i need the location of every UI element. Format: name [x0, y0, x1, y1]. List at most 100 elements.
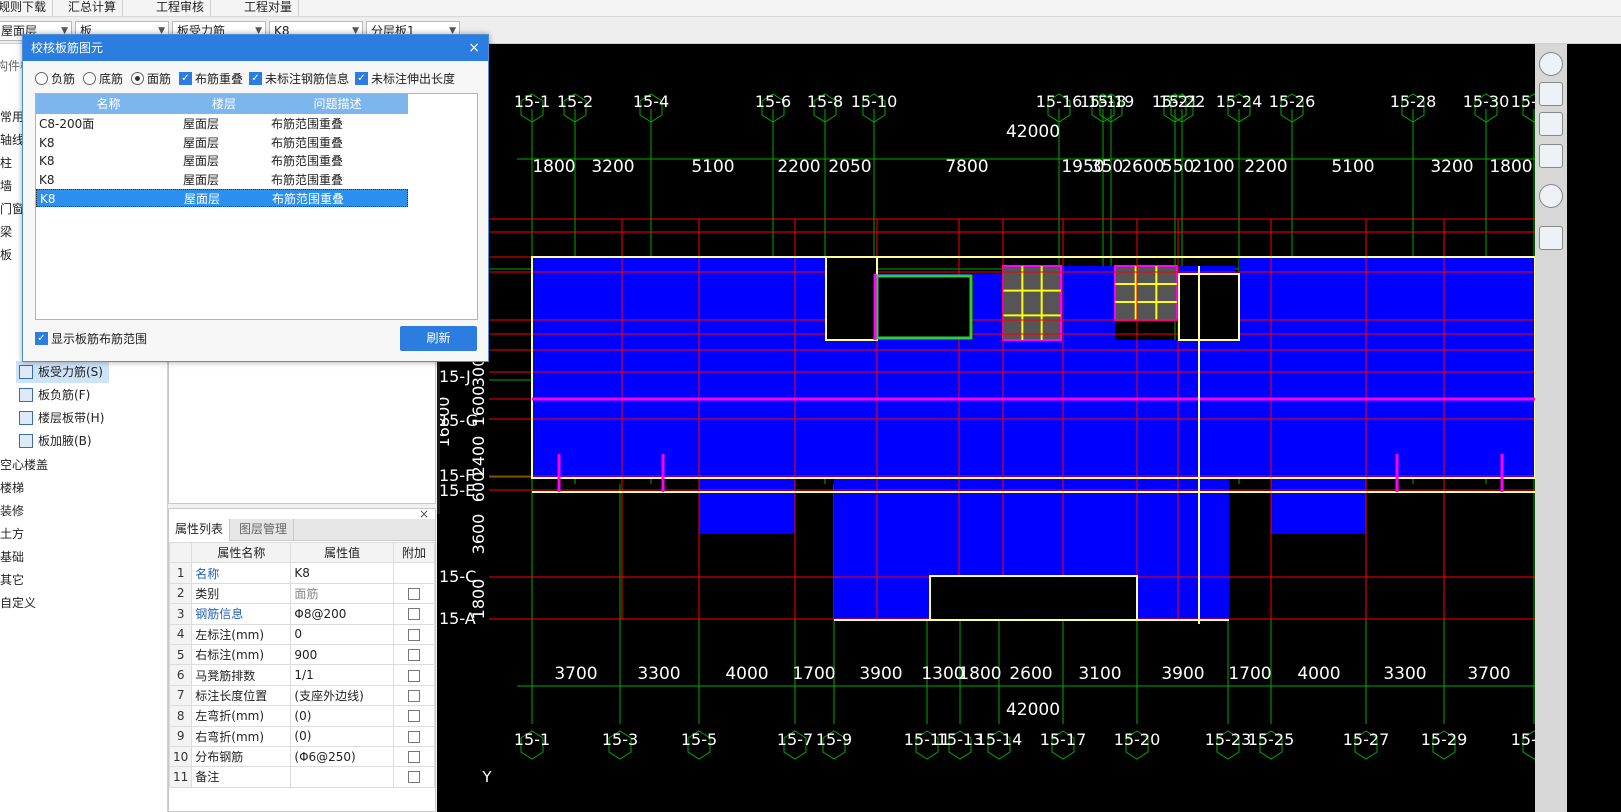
checkmark-icon: ✓ — [249, 72, 262, 85]
property-value[interactable]: 0 — [290, 623, 394, 645]
dimension-top: 1800 — [532, 157, 575, 177]
tree-item-decoration[interactable]: 装修 — [0, 501, 24, 521]
radio-bottom-rebar[interactable]: 底筋 — [83, 71, 123, 87]
property-row[interactable]: 8 左弯折(mm) (0) — [168, 705, 436, 727]
property-value[interactable] — [290, 766, 394, 788]
rotate-icon[interactable] — [1539, 184, 1563, 208]
tree-item-slab[interactable]: 板 — [0, 245, 12, 265]
box-view-icon[interactable] — [1539, 144, 1563, 168]
attach-checkbox[interactable] — [407, 649, 420, 662]
property-row[interactable]: 2 类别 面筋 — [168, 582, 436, 605]
tree-item-wall[interactable]: 墙 — [0, 176, 12, 196]
property-value[interactable]: (Φ6@250) — [290, 745, 394, 768]
property-value[interactable]: K8 — [290, 562, 394, 584]
overlap-region — [1002, 265, 1062, 341]
check-unlabeled-extension-length[interactable]: ✓ 未标注伸出长度 — [355, 71, 455, 87]
tree-item-beam[interactable]: 梁 — [0, 222, 12, 242]
property-row[interactable]: 9 右弯折(mm) (0) — [168, 725, 436, 747]
property-row[interactable]: 1 名称 K8 — [168, 562, 436, 584]
tree-item-slab-negative-rebar[interactable]: 板负筋(F) — [16, 384, 96, 406]
property-value[interactable]: 面筋 — [290, 582, 394, 605]
property-value[interactable]: (支座外边线) — [290, 684, 394, 707]
property-row[interactable]: 6 马凳筋排数 1/1 — [168, 664, 436, 686]
column-description: 问题描述 — [313, 97, 362, 111]
globe-view-icon[interactable] — [1539, 52, 1563, 76]
tree-item-column[interactable]: 柱 — [0, 153, 12, 173]
attach-checkbox[interactable] — [407, 669, 420, 682]
radio-negative-rebar[interactable]: 负筋 — [35, 71, 75, 87]
problem-list-row[interactable]: K8 屋面层 布筋范围重叠 — [36, 171, 408, 189]
problem-list-row[interactable]: K8 屋面层 布筋范围重叠 — [36, 134, 408, 152]
tree-item-other[interactable]: 其它 — [0, 570, 24, 590]
dimension-top: 5100 — [691, 157, 734, 177]
drawing-canvas[interactable]: 15-1 15-2 15-4 15-6 15-8 15-10 15-16 15-18 15-19… — [437, 44, 1535, 812]
attach-checkbox[interactable] — [407, 587, 420, 600]
property-row[interactable]: 5 右标注(mm) 900 — [168, 643, 436, 666]
property-value[interactable]: (0) — [290, 725, 394, 747]
problem-list-row[interactable]: C8-200面 屋面层 布筋范围重叠 — [36, 115, 408, 133]
tree-item-foundation[interactable]: 基础 — [0, 547, 24, 567]
show-rebar-range-checkbox[interactable]: ✓ 显示板筋布筋范围 — [35, 331, 147, 347]
tree-item-floor-slab-band[interactable]: 楼层板带(H) — [16, 407, 110, 429]
tree-item-door-window[interactable]: 门窗 — [0, 199, 24, 219]
axis-label-bottom: 15-3 — [602, 730, 638, 749]
problem-list-row[interactable]: K8 屋面层 布筋范围重叠 — [36, 152, 408, 170]
header-property-name: 属性名称 — [191, 541, 292, 564]
option-label: 底筋 — [99, 72, 124, 86]
slab-region — [532, 340, 732, 478]
dimension-top: 5100 — [1331, 157, 1374, 177]
grid-toggle-icon[interactable] — [1539, 226, 1563, 250]
property-name: 左标注(mm) — [191, 623, 292, 645]
tree-item-custom[interactable]: 自定义 — [0, 593, 36, 613]
rules-download-button[interactable]: 规则下载 — [0, 0, 54, 16]
attach-checkbox[interactable] — [407, 710, 420, 723]
property-row[interactable]: 3 钢筋信息 Φ8@200 — [168, 603, 436, 625]
property-value[interactable]: 1/1 — [290, 664, 394, 686]
3d-view-icon[interactable] — [1539, 82, 1563, 106]
property-row[interactable]: 7 标注长度位置 (支座外边线) — [168, 684, 436, 707]
attach-checkbox[interactable] — [407, 689, 420, 702]
refresh-button[interactable]: 刷新 — [400, 326, 477, 351]
tab-layer-management[interactable]: 图层管理 — [233, 519, 295, 541]
property-row[interactable]: 10 分布钢筋 (Φ6@250) — [168, 745, 436, 768]
property-row[interactable]: 4 左标注(mm) 0 — [168, 623, 436, 645]
tree-item-hollow-floor[interactable]: 空心楼盖 — [0, 455, 48, 475]
property-row[interactable]: 11 备注 — [168, 766, 436, 788]
attach-checkbox[interactable] — [407, 730, 420, 743]
option-label: 面筋 — [147, 72, 172, 86]
check-rebar-overlap[interactable]: ✓ 布筋重叠 — [179, 71, 243, 87]
cell-floor: 屋面层 — [183, 135, 220, 150]
project-review-button[interactable]: 工程审核 — [150, 0, 212, 16]
axis-label-bottom: 15-29 — [1421, 730, 1468, 749]
tab-property-list[interactable]: 属性列表 — [169, 519, 231, 541]
cad-drawing[interactable]: 15-1 15-2 15-4 15-6 15-8 15-10 15-1615-1815-19… — [437, 44, 1535, 812]
close-icon[interactable]: × — [468, 35, 480, 61]
attach-checkbox[interactable] — [407, 751, 420, 764]
problem-list-row[interactable]: K8 屋面层 布筋范围重叠 — [36, 189, 408, 207]
property-value[interactable]: 900 — [290, 643, 394, 666]
property-value[interactable]: (0) — [290, 705, 394, 727]
check-unlabeled-rebar-info[interactable]: ✓ 未标注钢筋信息 — [249, 71, 349, 87]
cell-name: K8 — [39, 172, 55, 187]
axis-label-bottom: 15-14 — [976, 730, 1023, 749]
checkmark-icon: ✓ — [179, 72, 192, 85]
tree-item-label: 板负筋(F) — [38, 388, 91, 402]
tree-item-axis[interactable]: 轴线 — [0, 130, 24, 150]
attach-checkbox[interactable] — [407, 771, 420, 784]
tree-item-slab-rebar[interactable]: 板受力筋(S) — [16, 361, 109, 383]
summary-calc-button[interactable]: 汇总计算 — [62, 0, 124, 16]
tree-item-common[interactable]: 常用 — [0, 107, 24, 127]
attach-checkbox[interactable] — [407, 608, 420, 621]
radio-top-rebar[interactable]: 面筋 — [131, 71, 171, 87]
axis-label-bottom: 15-9 — [816, 730, 852, 749]
dimension-bottom: 3700 — [554, 664, 597, 684]
dimension-bottom: 3700 — [1467, 664, 1510, 684]
property-value[interactable]: Φ8@200 — [290, 603, 394, 625]
cube-view-icon[interactable] — [1539, 112, 1563, 136]
tree-item-slab-haunch[interactable]: 板加腋(B) — [16, 430, 98, 452]
tree-item-stairs[interactable]: 楼梯 — [0, 478, 24, 498]
attach-checkbox[interactable] — [407, 628, 420, 641]
cell-description: 布筋范围重叠 — [272, 192, 345, 206]
project-reconcile-button[interactable]: 工程对量 — [238, 0, 300, 16]
tree-item-earthwork[interactable]: 土方 — [0, 524, 24, 544]
